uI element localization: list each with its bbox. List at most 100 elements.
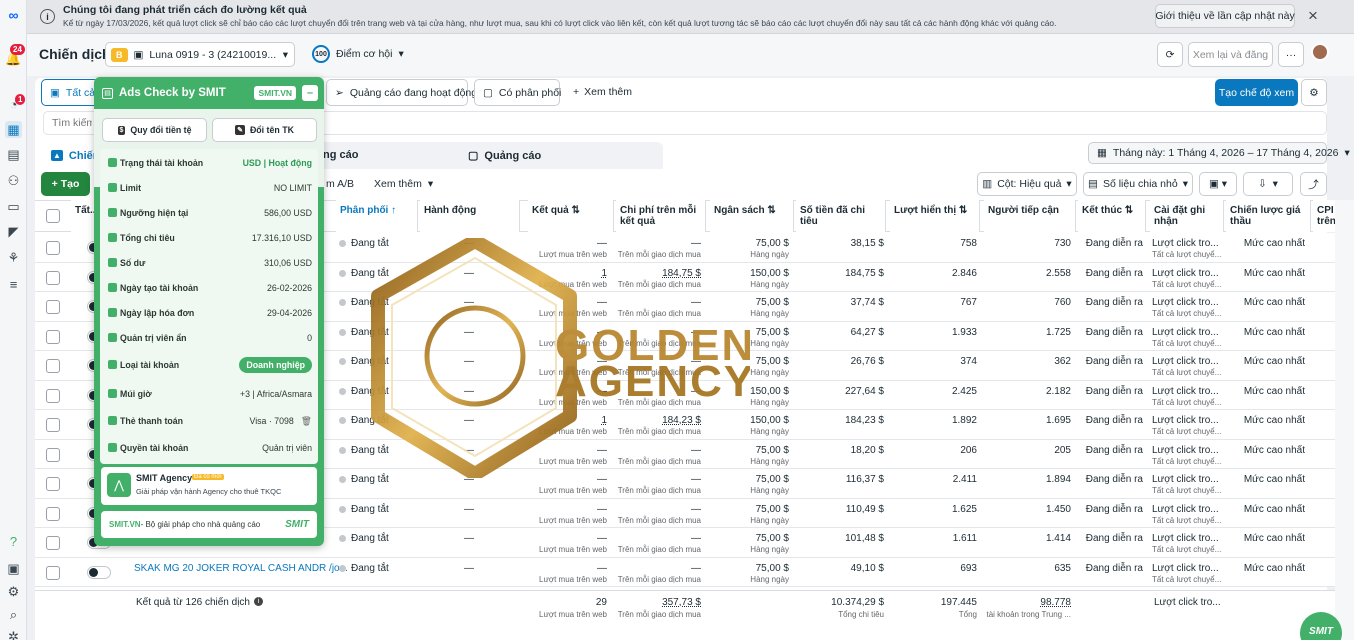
row-checkbox[interactable] <box>46 477 60 491</box>
row-amount-spent: 101,48 $ <box>845 533 884 544</box>
row-checkbox[interactable] <box>46 300 60 314</box>
business-icon[interactable]: ⚘ <box>5 249 22 266</box>
col-header-budget[interactable]: Ngân sách ⇅ <box>710 200 794 232</box>
more-options-button[interactable]: ··· <box>1278 42 1304 67</box>
col-header-cost-per-result[interactable]: Chi phí trên mỗi kết quả <box>616 200 706 232</box>
panel-site-badge[interactable]: SMIT.VN <box>254 86 296 100</box>
row-budget[interactable]: 75,00 $ <box>756 238 789 249</box>
search-icon[interactable]: ⌕ <box>5 606 22 623</box>
tab-active-ads[interactable]: ➢ Quảng cáo đang hoạt động <box>326 79 477 106</box>
row-checkbox[interactable] <box>46 241 60 255</box>
chart-button[interactable]: ⤴ <box>1300 172 1327 196</box>
pages-icon[interactable]: ▤ <box>5 146 22 163</box>
row-budget[interactable]: 75,00 $ <box>756 327 789 338</box>
reports-button[interactable]: ▣ ▾ <box>1199 172 1237 196</box>
opportunity-score[interactable]: 100 Điểm cơ hội ▾ <box>312 45 404 63</box>
field-label: Loại tài khoản <box>120 360 180 370</box>
settings-icon[interactable]: ⚙ <box>5 583 22 600</box>
level-tab-adsets[interactable]: ng cáo <box>323 149 358 161</box>
footer-site-link[interactable]: SMIT.VN <box>109 520 141 529</box>
row-budget[interactable]: 150,00 $ <box>750 415 789 426</box>
col-header-reach[interactable]: Người tiếp cận <box>984 200 1076 232</box>
row-budget[interactable]: 150,00 $ <box>750 268 789 279</box>
col-header-impressions[interactable]: Lượt hiển thị ⇅ <box>890 200 980 232</box>
col-header-attribution[interactable]: Cài đặt ghi nhận <box>1150 200 1224 232</box>
avatar[interactable] <box>1311 43 1329 61</box>
row-checkbox[interactable] <box>46 506 60 521</box>
row-budget[interactable]: 75,00 $ <box>756 445 789 456</box>
level-tab-ads[interactable]: ▢ Quảng cáo <box>460 142 663 169</box>
col-header-ends[interactable]: Kết thúc ⇅ <box>1078 200 1146 232</box>
row-reach: 205 <box>1054 444 1071 456</box>
export-button[interactable]: ⇩ ▾ <box>1243 172 1293 196</box>
account-selector[interactable]: B ▣ Luna 0919 - 3 (24210019... ▾ <box>105 42 295 67</box>
row-impressions: 1.892 <box>951 415 977 426</box>
col-header-bid-strategy[interactable]: Chiến lược giá thầu <box>1226 200 1311 232</box>
audience-icon[interactable]: ⚇ <box>5 172 22 189</box>
row-budget[interactable]: 75,00 $ <box>756 504 789 515</box>
col-header-results[interactable]: Kết quả ⇅ <box>528 200 614 232</box>
row-budget[interactable]: 150,00 $ <box>750 386 789 397</box>
row-result: — <box>597 503 607 515</box>
col-header-cpi[interactable]: CPI trên <box>1313 200 1336 232</box>
row-checkbox[interactable] <box>46 359 60 373</box>
row-checkbox[interactable] <box>46 388 60 403</box>
row-checkbox[interactable] <box>46 418 60 432</box>
row-checkbox[interactable] <box>46 329 60 344</box>
billing-icon[interactable]: ▭ <box>5 198 22 215</box>
help-icon[interactable]: ? <box>5 533 22 550</box>
row-budget-sub: Hàng ngày <box>750 574 789 584</box>
search-input[interactable] <box>52 117 92 129</box>
create-button[interactable]: + Tạo <box>41 172 90 196</box>
col-header-amount-spent[interactable]: Số tiền đã chi tiêu <box>796 200 886 232</box>
row-checkbox[interactable] <box>46 536 60 550</box>
row-budget[interactable]: 75,00 $ <box>756 563 789 574</box>
menu-icon[interactable]: ≡ <box>5 276 22 293</box>
row-budget[interactable]: 75,00 $ <box>756 533 789 544</box>
horizontal-scroll-edge[interactable] <box>1335 200 1354 640</box>
rename-account-button[interactable]: ✎ Đổi tên TK <box>212 118 317 142</box>
field-label: Quyền tài khoản <box>120 443 189 453</box>
col-header-delivery[interactable]: Phân phối ↑ <box>336 200 418 232</box>
review-publish-button[interactable]: Xem lại và đăng <box>1188 42 1273 67</box>
meta-logo-icon[interactable]: ∞ <box>3 6 24 23</box>
tab-all[interactable]: ▣ Tất cả <box>41 79 99 106</box>
refresh-button[interactable]: ⟳ <box>1157 42 1183 67</box>
level-tab-campaigns[interactable]: ▲ Chiến <box>43 142 101 169</box>
tab-more[interactable]: + Xem thêm <box>573 86 632 98</box>
field-label: Thẻ thanh toán <box>120 416 184 426</box>
row-bid-strategy: Mức cao nhất <box>1243 474 1305 485</box>
columns-selector[interactable]: ▥ Cột: Hiệu quả ▾ <box>977 172 1077 196</box>
reports-icon[interactable]: ▣ <box>5 560 22 577</box>
trash-icon[interactable]: 🗑 <box>301 416 312 426</box>
select-all-checkbox[interactable] <box>46 209 60 223</box>
bug-icon[interactable]: ✲ <box>5 628 22 640</box>
convert-currency-button[interactable]: $ Quy đổi tiền tệ <box>102 118 207 142</box>
learn-update-button[interactable]: Giới thiệu về lần cập nhật này <box>1155 4 1295 28</box>
breakdown-selector[interactable]: ▤ Số liệu chia nhỏ ▾ <box>1083 172 1193 196</box>
date-range-picker[interactable]: ▦ Tháng này: 1 Tháng 4, 2026 – 17 Tháng … <box>1088 142 1350 164</box>
view-settings-button[interactable]: ⚙ <box>1301 79 1327 106</box>
campaign-name-link[interactable]: SKAK MG 20 JOKER ROYAL CASH ANDR /jo... <box>134 563 348 574</box>
ab-test-button[interactable]: m A/B <box>326 178 354 190</box>
col-header-actions[interactable]: Hành động <box>420 200 520 232</box>
row-budget[interactable]: 75,00 $ <box>756 297 789 308</box>
row-attribution-sub: Tất cả lượt chuyể... <box>1152 368 1222 377</box>
row-toggle[interactable] <box>87 565 111 579</box>
campaigns-grid-icon[interactable]: ▦ <box>5 121 22 138</box>
megaphone-icon[interactable]: ◤ <box>5 223 22 240</box>
row-attribution: Lượt click tro... <box>1152 326 1219 338</box>
row-checkbox[interactable] <box>46 447 60 462</box>
row-checkbox[interactable] <box>46 270 60 285</box>
row-budget[interactable]: 75,00 $ <box>756 356 789 367</box>
agency-card[interactable]: ⋀ SMIT Agency Đã có mới Giải pháp vận hà… <box>101 467 317 505</box>
create-view-button[interactable]: Tạo chế độ xem <box>1215 79 1298 106</box>
panel-minimize-button[interactable]: – <box>302 85 318 101</box>
field-value: 310,06 USD <box>264 258 312 268</box>
banner-close-icon[interactable]: × <box>1308 6 1318 26</box>
row-checkbox[interactable] <box>46 565 60 580</box>
panel-field: Ngày tạo tài khoản 26-02-2026 <box>108 280 312 298</box>
tab-has-delivery[interactable]: ▢ Có phân phối <box>474 79 561 106</box>
row-budget[interactable]: 75,00 $ <box>756 474 789 485</box>
more-actions-button[interactable]: Xem thêm ▾ <box>374 178 433 190</box>
